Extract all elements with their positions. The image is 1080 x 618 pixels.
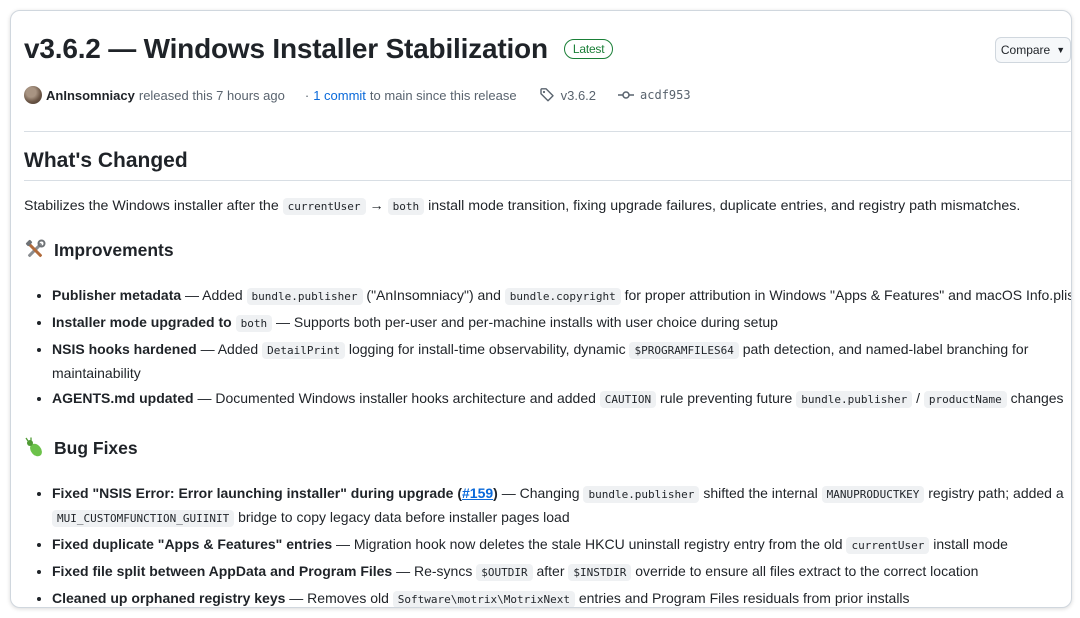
item-text: — Added — [200, 341, 259, 357]
item-text: for proper attribution in Windows "Apps … — [624, 287, 1072, 303]
item-text: — Added — [185, 287, 243, 303]
item-text: after — [536, 563, 565, 579]
item-title: AGENTS.md updated — [52, 390, 194, 406]
list-item: Fixed file split between AppData and Pro… — [52, 560, 1071, 584]
item-text: ("AnInsomniacy") and — [366, 287, 501, 303]
tag-icon — [539, 88, 554, 102]
intro-arrow: → — [369, 198, 384, 214]
whats-changed-heading: What's Changed — [24, 149, 188, 172]
tag-link[interactable]: v3.6.2 — [539, 87, 596, 103]
tools-emoji-icon — [24, 239, 48, 261]
released-text: released this 7 hours ago — [138, 87, 285, 103]
header-divider — [24, 131, 1071, 132]
item-code: both — [235, 315, 273, 332]
item-text: install mode — [933, 536, 1008, 552]
commit-hash: acdf953 — [640, 88, 691, 102]
item-text: entries and Program Files residuals from… — [578, 590, 910, 606]
commit-hash-link[interactable]: acdf953 — [618, 87, 691, 103]
item-text: — Removes old — [289, 590, 389, 606]
release-title: v3.6.2 — Windows Installer Stabilization — [24, 33, 548, 64]
item-code: productName — [923, 391, 1007, 408]
item-text: override to ensure all files extract to … — [635, 563, 979, 579]
item-text: shifted the internal — [703, 485, 818, 501]
item-text: — Supports both per-user and per-machine… — [275, 314, 778, 330]
item-code: bundle.publisher — [583, 486, 700, 503]
intro-text-2: install mode transition, fixing upgrade … — [428, 198, 1021, 214]
bugfixes-heading: Bug Fixes — [24, 437, 138, 459]
item-title: Fixed file split between AppData and Pro… — [52, 563, 393, 579]
item-code: currentUser — [846, 537, 930, 554]
commit-link[interactable]: 1 commit — [313, 88, 366, 103]
item-title: Fixed duplicate "Apps & Features" entrie… — [52, 536, 333, 552]
paren-close: ) — [493, 485, 498, 501]
item-text: changes — [1010, 390, 1064, 406]
commit-suffix: to main since this release — [369, 87, 517, 103]
release-card: v3.6.2 — Windows Installer Stabilization… — [10, 10, 1072, 608]
intro-paragraph: Stabilizes the Windows installer after t… — [24, 196, 1064, 217]
list-item: AGENTS.md updated — Documented Windows i… — [52, 387, 1071, 411]
improvements-heading: Improvements — [24, 239, 174, 261]
list-item: NSIS hooks hardened — Added DetailPrint … — [52, 338, 1071, 384]
item-code: CAUTION — [599, 391, 657, 408]
release-meta: AnInsomniacy released this 7 hours ago ·… — [24, 85, 1071, 105]
caret-down-icon: ▼ — [1056, 45, 1066, 55]
list-item: Installer mode upgraded to both — Suppor… — [52, 311, 1071, 335]
list-item: Fixed duplicate "Apps & Features" entrie… — [52, 533, 1071, 557]
commit-icon — [618, 91, 635, 99]
bugfixes-title: Bug Fixes — [54, 437, 138, 458]
author-link[interactable]: AnInsomniacy — [46, 88, 135, 103]
item-code: bundle.publisher — [246, 288, 363, 305]
item-title-text: Fixed "NSIS Error: Error launching insta… — [52, 485, 454, 501]
item-code: DetailPrint — [262, 342, 345, 359]
item-code: $OUTDIR — [476, 564, 533, 581]
item-text: — Re-syncs — [396, 563, 473, 579]
item-code: $INSTDIR — [568, 564, 632, 581]
item-text: bridge to copy legacy data before instal… — [238, 509, 570, 525]
issue-link[interactable]: #159 — [462, 485, 493, 501]
list-item: Publisher metadata — Added bundle.publis… — [52, 284, 1072, 308]
latest-badge: Latest — [563, 39, 614, 59]
list-item: Fixed "NSIS Error: Error launching insta… — [52, 482, 1071, 530]
intro-code-both: both — [387, 198, 425, 215]
avatar[interactable] — [24, 86, 42, 104]
item-text: registry path; added a — [928, 485, 1064, 501]
list-item: Cleaned up orphaned registry keys — Remo… — [52, 587, 1071, 607]
improvements-list: Publisher metadata — Added bundle.publis… — [24, 284, 1072, 414]
item-title: Installer mode upgraded to — [52, 314, 232, 330]
item-code: Software\motrix\MotrixNext — [392, 591, 575, 607]
item-text: logging for install-time observability, … — [348, 341, 626, 357]
bug-emoji-icon — [24, 437, 48, 459]
separator-dot: · — [304, 87, 310, 103]
compare-button[interactable]: Compare ▼ — [995, 37, 1071, 63]
item-text: rule preventing future — [660, 390, 793, 406]
item-title: Fixed "NSIS Error: Error launching insta… — [52, 485, 498, 501]
item-code: MANUPRODUCTKEY — [821, 486, 925, 503]
item-title: Cleaned up orphaned registry keys — [52, 590, 286, 606]
item-text: — Changing — [501, 485, 580, 501]
item-text: — Documented Windows installer hooks arc… — [197, 390, 596, 406]
intro-text-1: Stabilizes the Windows installer after t… — [24, 198, 279, 214]
compare-label: Compare — [1000, 43, 1051, 57]
item-title: NSIS hooks hardened — [52, 341, 197, 357]
intro-code-currentuser: currentUser — [282, 198, 366, 215]
item-code: bundle.copyright — [504, 288, 621, 305]
improvements-title: Improvements — [54, 239, 174, 260]
item-code: MUI_CUSTOMFUNCTION_GUIINIT — [52, 510, 235, 527]
item-text: — Migration hook now deletes the stale H… — [336, 536, 843, 552]
item-title: Publisher metadata — [52, 287, 182, 303]
tag-label: v3.6.2 — [560, 87, 597, 103]
item-code: bundle.publisher — [796, 391, 913, 408]
item-code: $PROGRAMFILES64 — [629, 342, 739, 359]
item-text: / — [916, 390, 920, 406]
release-header: v3.6.2 — Windows Installer Stabilization… — [24, 33, 614, 65]
heading-underline — [24, 180, 1071, 181]
bugfixes-list: Fixed "NSIS Error: Error launching insta… — [24, 482, 1071, 607]
